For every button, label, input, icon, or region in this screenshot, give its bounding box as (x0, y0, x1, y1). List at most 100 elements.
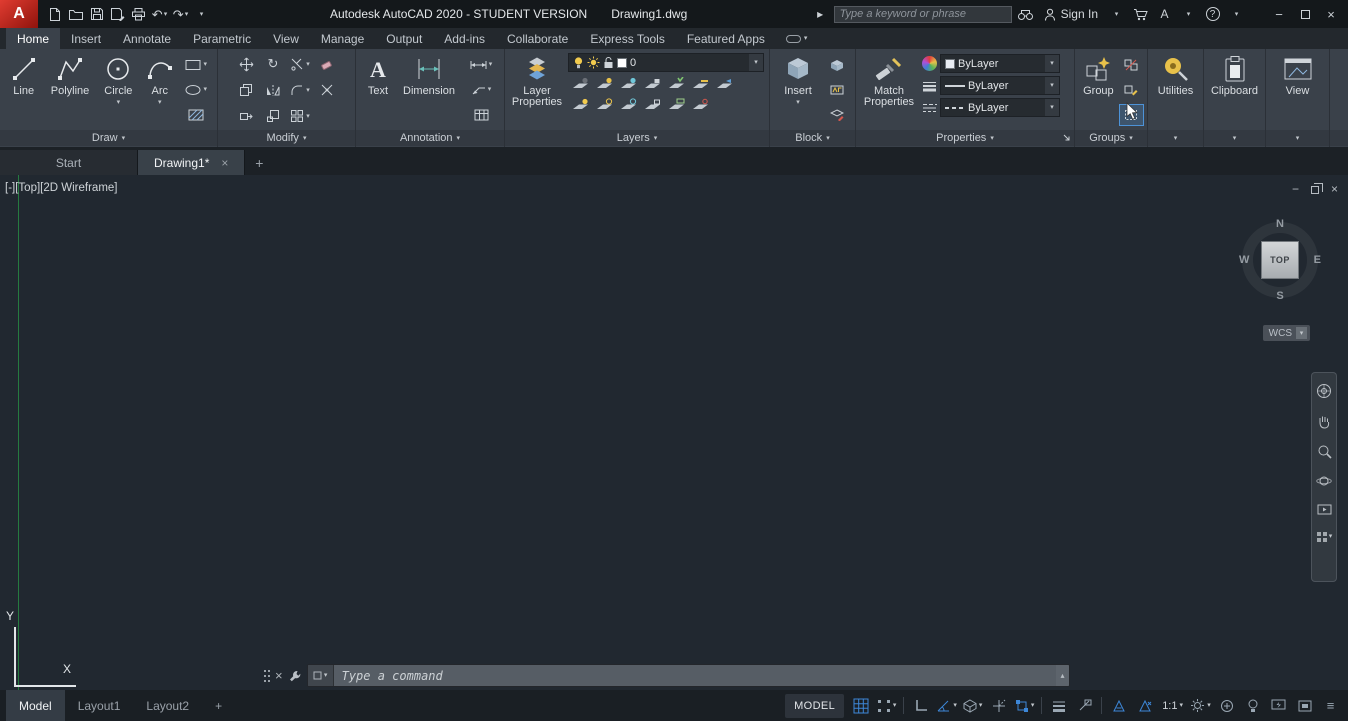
array-button[interactable]: ▾ (287, 103, 314, 129)
new-file-tab-button[interactable]: + (245, 150, 273, 175)
redo-button[interactable]: ↷▾ (170, 2, 191, 26)
graphics-performance-button[interactable] (1266, 694, 1291, 718)
color-wheel-icon[interactable] (922, 56, 937, 71)
lineweight-combo-dropdown[interactable]: ▾ (1045, 77, 1059, 94)
dynamic-input-button[interactable] (1072, 694, 1097, 718)
window-maximize-button[interactable] (1292, 2, 1318, 26)
fillet-button[interactable]: ▾ (287, 77, 314, 103)
view-control[interactable]: [Top] (15, 182, 40, 194)
table-button[interactable] (461, 104, 501, 126)
insert-button[interactable]: Insert ▾ (773, 51, 823, 129)
move-button[interactable] (233, 51, 260, 77)
apps-dropdown-icon[interactable]: ▾ (1178, 2, 1199, 26)
orbit-icon[interactable] (1316, 474, 1332, 488)
panel-view-label[interactable]: ▾ (1266, 130, 1329, 146)
full-navigation-wheel-icon[interactable] (1316, 383, 1332, 399)
clean-screen-button[interactable] (1292, 694, 1317, 718)
create-block-button[interactable] (823, 54, 851, 76)
layer-properties-button[interactable]: Layer Properties (508, 51, 566, 129)
tab-home[interactable]: Home (6, 28, 60, 49)
qat-customize-button[interactable]: ▾ (191, 2, 212, 26)
cart-icon[interactable] (1130, 2, 1151, 26)
rotate-button[interactable]: ↻ (260, 51, 287, 77)
viewcube-west[interactable]: W (1239, 254, 1249, 266)
drawing-canvas[interactable]: [-] [Top] [2D Wireframe] − × N S W E TOP… (0, 175, 1348, 690)
grid-display-button[interactable] (848, 694, 873, 718)
hatch-button[interactable] (179, 104, 215, 126)
window-close-button[interactable]: × (1318, 2, 1344, 26)
lineweight-display-button[interactable] (1046, 694, 1071, 718)
layer-unlock-button[interactable] (640, 95, 664, 114)
help-icon[interactable]: ? (1202, 2, 1223, 26)
layer-combo-dropdown[interactable]: ▾ (749, 54, 763, 71)
lineweight-combo[interactable]: ByLayer ▾ (940, 76, 1060, 95)
block-editor-button[interactable] (823, 104, 851, 126)
visual-style-control[interactable]: [2D Wireframe] (40, 182, 117, 194)
trim-button[interactable]: ▾ (287, 51, 314, 77)
linetype-combo-dropdown[interactable]: ▾ (1045, 99, 1059, 116)
panel-block-label[interactable]: Block▾ (770, 130, 855, 146)
isometric-drafting-button[interactable]: ▾ (960, 694, 985, 718)
viewport-minimize-button[interactable]: − (1292, 182, 1299, 196)
linetype-list-icon[interactable] (922, 102, 937, 114)
copy-button[interactable] (233, 77, 260, 103)
tab-output[interactable]: Output (375, 28, 433, 49)
save-button[interactable] (86, 2, 107, 26)
viewcube-north[interactable]: N (1276, 218, 1284, 230)
viewcube-top-face[interactable]: TOP (1261, 241, 1299, 279)
file-tab-drawing1[interactable]: Drawing1* × (138, 150, 245, 175)
tab-express-tools[interactable]: Express Tools (579, 28, 675, 49)
command-history-up-icon[interactable]: ▴ (1056, 665, 1069, 686)
wcs-dropdown-icon[interactable]: ▾ (1296, 327, 1307, 339)
workspace-switching-button[interactable]: ▾ (1188, 694, 1213, 718)
customization-button[interactable]: ≡ (1318, 694, 1343, 718)
isolate-objects-button[interactable] (1240, 694, 1265, 718)
wcs-selector[interactable]: WCS ▾ (1263, 325, 1310, 341)
layer-off-button[interactable] (568, 74, 592, 93)
text-button[interactable]: A Text (359, 51, 397, 129)
color-combo-dropdown[interactable]: ▾ (1045, 55, 1059, 72)
linear-dimension-button[interactable]: ▾ (461, 54, 501, 76)
navbar-customize-icon[interactable]: ▾ (1316, 531, 1333, 542)
layer-walk-button[interactable] (664, 95, 688, 114)
annotation-monitor-button[interactable] (1214, 694, 1239, 718)
snap-mode-button[interactable]: ▾ (874, 694, 899, 718)
autoscale-button[interactable] (1132, 694, 1157, 718)
tab-view[interactable]: View (262, 28, 310, 49)
panel-modify-label[interactable]: Modify▾ (218, 130, 355, 146)
viewport-restore-button[interactable] (1311, 186, 1319, 194)
tab-manage[interactable]: Manage (310, 28, 375, 49)
layout-tab-layout1[interactable]: Layout1 (65, 690, 134, 721)
viewcube-east[interactable]: E (1314, 254, 1321, 266)
ortho-mode-button[interactable] (908, 694, 933, 718)
panel-groups-label[interactable]: Groups▾ (1075, 130, 1147, 146)
tab-parametric[interactable]: Parametric (182, 28, 262, 49)
make-current-layer-button[interactable] (664, 74, 688, 93)
match-layer-button[interactable] (688, 74, 712, 93)
zoom-icon[interactable] (1317, 444, 1332, 459)
line-button[interactable]: Line (3, 51, 44, 129)
viewport-menu-control[interactable]: [-] (5, 182, 15, 194)
scale-button[interactable] (260, 103, 287, 129)
sign-in-dropdown-icon[interactable]: ▾ (1106, 2, 1127, 26)
lineweight-list-icon[interactable] (922, 80, 937, 92)
explode-button[interactable] (314, 77, 341, 103)
object-snap-button[interactable]: ▾ (1012, 694, 1037, 718)
linetype-combo[interactable]: ByLayer ▾ (940, 98, 1060, 117)
polyline-button[interactable]: Polyline (44, 51, 95, 129)
layout-tab-layout2[interactable]: Layout2 (133, 690, 202, 721)
layer-freeze-button[interactable] (616, 74, 640, 93)
tab-collaborate[interactable]: Collaborate (496, 28, 579, 49)
pan-icon[interactable] (1317, 414, 1331, 429)
panel-clipboard-label[interactable]: ▾ (1204, 130, 1265, 146)
tab-featured-apps[interactable]: Featured Apps (676, 28, 776, 49)
layer-isolate-button[interactable] (592, 74, 616, 93)
layer-unisolate-button[interactable] (592, 95, 616, 114)
ungroup-button[interactable] (1119, 54, 1144, 76)
showmotion-icon[interactable] (1317, 503, 1332, 516)
layout-tab-model[interactable]: Model (6, 690, 65, 721)
stretch-button[interactable] (233, 103, 260, 129)
panel-annotation-label[interactable]: Annotation▾ (356, 130, 504, 146)
viewcube[interactable]: N S W E TOP (1235, 215, 1325, 305)
panel-utilities-label[interactable]: ▾ (1148, 130, 1203, 146)
